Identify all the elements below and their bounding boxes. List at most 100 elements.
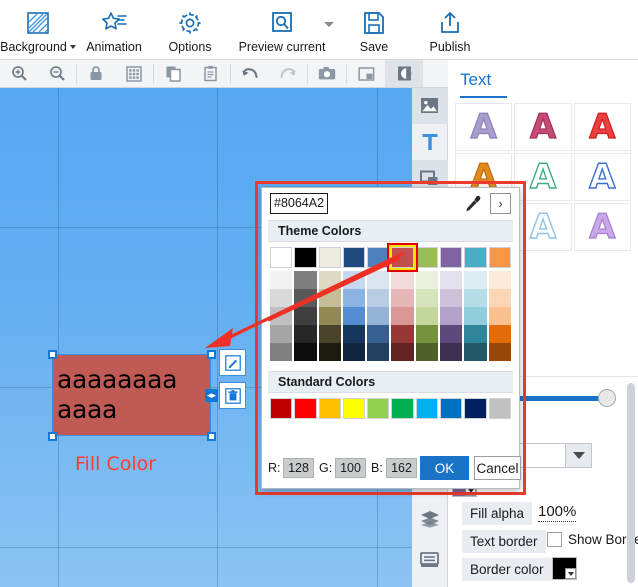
- theme-variant-swatch[interactable]: [294, 325, 317, 343]
- theme-variant-swatch[interactable]: [367, 343, 390, 361]
- theme-variant-swatch[interactable]: [440, 343, 463, 361]
- theme-swatch[interactable]: [342, 247, 366, 268]
- theme-variant-swatch[interactable]: [342, 343, 366, 361]
- border-color-label[interactable]: Border color: [462, 558, 552, 581]
- b-input[interactable]: 162: [386, 458, 417, 478]
- standard-swatch[interactable]: [488, 398, 511, 419]
- selected-textbox[interactable]: aaaaaaaa aaaa: [52, 354, 211, 436]
- expand-more-button[interactable]: ›: [490, 193, 511, 214]
- theme-variant-swatch[interactable]: [415, 343, 439, 361]
- hex-color-input[interactable]: #8064A2: [270, 193, 328, 214]
- zoom-out-button[interactable]: [38, 60, 76, 87]
- standard-swatch[interactable]: [440, 398, 463, 419]
- resize-handle-top-right[interactable]: [207, 350, 216, 359]
- theme-variant-swatch[interactable]: [318, 343, 341, 361]
- theme-variant-swatch[interactable]: [415, 325, 439, 343]
- theme-variant-swatch[interactable]: [415, 271, 439, 289]
- theme-swatch[interactable]: [367, 247, 390, 268]
- paste-button[interactable]: [192, 60, 230, 87]
- theme-variant-swatch[interactable]: [440, 325, 463, 343]
- theme-variant-swatch[interactable]: [488, 271, 511, 289]
- theme-variant-swatch[interactable]: [440, 307, 463, 325]
- ribbon-item-preview-current[interactable]: Preview current: [228, 0, 336, 60]
- fill-alpha-label[interactable]: Fill alpha: [462, 502, 533, 525]
- theme-swatch[interactable]: [488, 247, 511, 268]
- theme-variant-swatch[interactable]: [318, 289, 341, 307]
- border-color-swatch-button[interactable]: [552, 557, 577, 580]
- standard-swatch[interactable]: [342, 398, 366, 419]
- standard-swatch[interactable]: [391, 398, 414, 419]
- preview-dropdown-caret-icon[interactable]: [324, 22, 334, 27]
- text-style-cell[interactable]: A: [573, 103, 631, 151]
- cancel-button[interactable]: Cancel: [474, 456, 521, 480]
- text-style-cell[interactable]: A: [514, 103, 572, 151]
- theme-variant-swatch[interactable]: [464, 307, 487, 325]
- theme-variant-swatch[interactable]: [294, 271, 317, 289]
- resize-handle-middle-right[interactable]: ◂▸: [205, 389, 218, 402]
- ribbon-item-save[interactable]: Save: [336, 0, 412, 60]
- theme-variant-swatch[interactable]: [294, 343, 317, 361]
- panel-scrollbar[interactable]: [627, 383, 635, 583]
- theme-variant-swatch[interactable]: [318, 307, 341, 325]
- grid-button[interactable]: [115, 60, 153, 87]
- theme-variant-swatch[interactable]: [415, 307, 439, 325]
- tool-notes-button[interactable]: [412, 541, 448, 577]
- tool-text-button[interactable]: [412, 124, 448, 160]
- delete-element-button[interactable]: [219, 382, 246, 409]
- theme-variant-swatch[interactable]: [270, 307, 293, 325]
- resize-handle-top-left[interactable]: [48, 350, 57, 359]
- ribbon-item-publish[interactable]: Publish: [412, 0, 488, 60]
- theme-variant-swatch[interactable]: [342, 325, 366, 343]
- theme-variant-swatch[interactable]: [391, 289, 414, 307]
- standard-swatch[interactable]: [270, 398, 293, 419]
- theme-variant-swatch[interactable]: [270, 325, 293, 343]
- theme-swatch[interactable]: [464, 247, 487, 268]
- theme-variant-swatch[interactable]: [367, 307, 390, 325]
- edit-element-button[interactable]: [219, 349, 246, 376]
- theme-variant-swatch[interactable]: [464, 271, 487, 289]
- eyedropper-button[interactable]: [463, 194, 483, 214]
- tool-layers-button[interactable]: [412, 501, 448, 537]
- camera-button[interactable]: [308, 60, 346, 87]
- opacity-slider-knob[interactable]: [598, 389, 616, 407]
- ok-button[interactable]: OK: [420, 456, 469, 480]
- theme-variant-swatch[interactable]: [391, 325, 414, 343]
- theme-variant-swatch[interactable]: [488, 343, 511, 361]
- ribbon-item-animation[interactable]: Animation: [76, 0, 152, 60]
- theme-variant-swatch[interactable]: [367, 271, 390, 289]
- theme-swatch[interactable]: [294, 247, 317, 268]
- theme-swatch[interactable]: [415, 247, 439, 268]
- standard-swatch[interactable]: [367, 398, 390, 419]
- duplicate-button[interactable]: [347, 60, 385, 87]
- ribbon-item-options[interactable]: Options: [152, 0, 228, 60]
- theme-variant-swatch[interactable]: [488, 307, 511, 325]
- undo-button[interactable]: [231, 60, 269, 87]
- theme-variant-swatch[interactable]: [318, 325, 341, 343]
- theme-variant-swatch[interactable]: [464, 289, 487, 307]
- zoom-in-button[interactable]: [0, 60, 38, 87]
- theme-variant-swatch[interactable]: [464, 325, 487, 343]
- g-input[interactable]: 100: [335, 458, 366, 478]
- theme-variant-swatch[interactable]: [415, 289, 439, 307]
- chevron-down-icon[interactable]: [69, 45, 76, 49]
- theme-variant-swatch[interactable]: [342, 307, 366, 325]
- lock-button[interactable]: [77, 60, 115, 87]
- redo-button[interactable]: [269, 60, 307, 87]
- theme-variant-swatch[interactable]: [391, 307, 414, 325]
- text-style-cell[interactable]: A: [573, 153, 631, 201]
- copy-button[interactable]: [154, 60, 192, 87]
- standard-swatch[interactable]: [294, 398, 317, 419]
- theme-variant-swatch[interactable]: [488, 289, 511, 307]
- theme-variant-swatch[interactable]: [270, 343, 293, 361]
- ribbon-item-background[interactable]: Background: [0, 0, 76, 60]
- theme-variant-swatch[interactable]: [294, 289, 317, 307]
- swatch-dropdown[interactable]: [565, 568, 576, 579]
- theme-variant-swatch[interactable]: [464, 343, 487, 361]
- theme-variant-swatch[interactable]: [440, 271, 463, 289]
- text-border-label[interactable]: Text border: [462, 530, 546, 553]
- text-style-cell[interactable]: A: [455, 103, 513, 151]
- mask-contrast-button[interactable]: [385, 60, 423, 87]
- tool-image-button[interactable]: [411, 88, 448, 124]
- theme-variant-swatch[interactable]: [391, 343, 414, 361]
- theme-variant-swatch[interactable]: [294, 307, 317, 325]
